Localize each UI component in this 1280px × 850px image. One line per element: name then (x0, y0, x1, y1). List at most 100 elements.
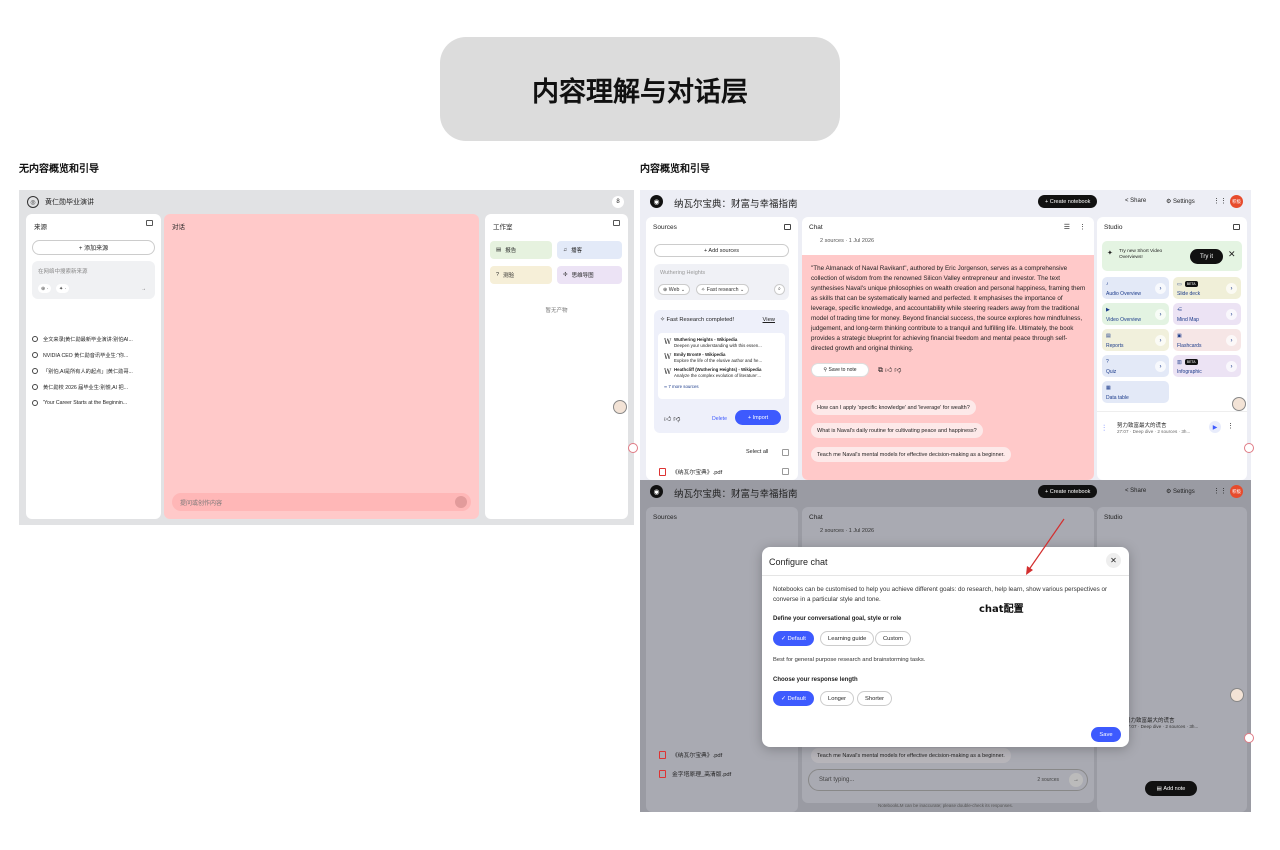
chat-config-icon[interactable]: ☰ (1064, 223, 1070, 231)
settings-button[interactable]: ⚙ Settings (1166, 488, 1195, 495)
assistant-avatar[interactable] (1232, 397, 1246, 411)
try-it-button[interactable]: Try it (1190, 249, 1223, 264)
source-file-row[interactable]: 《纳瓦尔宝典》.pdf (659, 467, 722, 476)
copy-and-feedback-icons[interactable]: ⧉ 👍︎ 👎︎ (878, 365, 901, 375)
list-item[interactable]: W Heathcliff (Wuthering Heights) - Wikipe… (664, 367, 778, 378)
apps-grid-icon[interactable]: ⋮⋮ (1213, 197, 1227, 205)
wikipedia-icon: W (664, 368, 672, 376)
quiz-button[interactable]: ? 测验 (490, 266, 552, 284)
flashcards-card[interactable]: ▣ Flashcards › (1173, 329, 1241, 351)
source-file-row[interactable]: 《纳瓦尔宝典》.pdf (659, 750, 722, 759)
list-item[interactable]: W Emily Brontë - Wikipedia Explore the lif… (664, 352, 778, 363)
web-search-box[interactable]: 在网络中搜索新来源 ⊕ · ✦ · → (32, 261, 155, 299)
reports-card[interactable]: ▤ Reports › (1102, 329, 1169, 351)
add-sources-button[interactable]: + Add sources (654, 244, 789, 257)
assistant-avatar[interactable] (613, 400, 627, 414)
research-mode-dropdown[interactable]: ✧ Fast research ⌄ (696, 284, 750, 295)
list-item[interactable]: 黄仁勋校 2026 届毕业生:别慌,AI 把... (32, 379, 157, 395)
save-button[interactable]: Save (1091, 727, 1121, 742)
goal-option-custom[interactable]: Custom (875, 631, 911, 646)
import-button[interactable]: + Import (735, 410, 781, 425)
search-icon[interactable]: ⌕ (774, 284, 785, 295)
search-input[interactable]: Wuthering Heights (660, 270, 705, 276)
source-file-row[interactable]: 金字塔原理_高清版.pdf (659, 769, 731, 778)
length-option-longer[interactable]: Longer (820, 691, 855, 706)
close-icon[interactable]: ✕ (1106, 553, 1121, 568)
mind-map-card[interactable]: ⋲ Mind Map › (1173, 303, 1241, 325)
length-option-default[interactable]: ✓ Default (773, 691, 814, 706)
web-source-dropdown[interactable]: ⊕ Web ⌄ (658, 284, 691, 295)
send-button[interactable] (455, 496, 467, 508)
more-sources-link[interactable]: ∞ 7 more sources (664, 384, 778, 390)
chat-input[interactable]: Start typing... 2 sources → (808, 769, 1088, 791)
chat-input[interactable]: 提问或创作内容 (172, 493, 471, 511)
delete-button[interactable]: Delete (712, 416, 727, 422)
more-menu-icon[interactable]: ⋮ (1079, 223, 1086, 231)
slide-deck-card[interactable]: ▭ BETA Slide deck › (1173, 277, 1241, 299)
video-overview-card[interactable]: ▶ Video Overview › (1102, 303, 1169, 325)
goal-option-default[interactable]: ✓ Default (773, 631, 814, 646)
notebook-title[interactable]: 纳瓦尔宝典：财富与幸福指南 (674, 196, 798, 210)
thumbs-feedback-icons[interactable]: 👍︎ 👎︎ (664, 414, 680, 423)
suggested-question[interactable]: Teach me Naval's mental models for effec… (811, 447, 1011, 462)
promo-card: ✦ Try new Short Video Overviews! Try it … (1102, 241, 1242, 271)
mindmap-button[interactable]: ✢ 思维导图 (557, 266, 622, 284)
assistant-avatar[interactable] (1230, 688, 1244, 702)
share-button[interactable]: < Share (1125, 198, 1146, 204)
add-source-button[interactable]: + 添加来源 (32, 240, 155, 255)
data-table-card[interactable]: ▦ Data table (1102, 381, 1169, 403)
report-button[interactable]: ▤ 报告 (490, 241, 552, 259)
web-chip[interactable]: ⊕ · (38, 284, 52, 293)
apps-grid-icon[interactable]: ⋮⋮ (1213, 487, 1227, 495)
chevron-right-icon: › (1155, 309, 1166, 320)
add-note-button[interactable]: ▤ Add note (1145, 781, 1197, 796)
search-icon (32, 352, 38, 358)
goal-option-learning-guide[interactable]: Learning guide (820, 631, 875, 646)
user-avatar[interactable]: 积极 (1230, 485, 1243, 498)
collapse-panel-icon[interactable] (784, 224, 791, 230)
create-notebook-button[interactable]: + Create notebook (1038, 195, 1098, 208)
list-item[interactable]: 'Your Career Starts at the Beginnin... (32, 395, 157, 411)
user-avatar[interactable]: 积极 (1230, 195, 1243, 208)
audio-overview-card[interactable]: ♪ Audio Overview › (1102, 277, 1169, 299)
artifact-title[interactable]: 努力致富最大的谎言 (1125, 716, 1175, 724)
web-search-box[interactable]: Wuthering Heights ⊕ Web ⌄ ✧ Fast researc… (654, 264, 789, 300)
play-button[interactable]: ▶ (1209, 421, 1221, 433)
suggested-question[interactable]: What is Naval's daily routine for cultiv… (811, 423, 983, 438)
list-item[interactable]: 「别怕,AI是所有人的起点」|黄仁勋哥... (32, 363, 157, 379)
save-to-note-button[interactable]: ⚲ Save to note (811, 363, 869, 377)
floating-pink-dot[interactable] (1244, 443, 1254, 453)
source-checkbox[interactable] (782, 468, 789, 475)
more-menu-icon[interactable]: ⋮ (1227, 422, 1234, 430)
select-all-checkbox[interactable] (782, 449, 789, 456)
view-link[interactable]: View (763, 317, 775, 323)
create-notebook-button[interactable]: + Create notebook (1038, 485, 1098, 498)
collapse-panel-icon[interactable] (146, 220, 153, 226)
suggested-question[interactable]: How can I apply 'specific knowledge' and… (811, 400, 976, 415)
share-button[interactable]: < Share (1125, 488, 1146, 494)
podcast-button[interactable]: ♫ 播客 (557, 241, 622, 259)
sources-header: 来源 (34, 224, 47, 231)
notebook-title[interactable]: 纳瓦尔宝典：财富与幸福指南 (674, 486, 798, 500)
quiz-card[interactable]: ? Quiz › (1102, 355, 1169, 377)
research-chip[interactable]: ✦ · (56, 284, 70, 293)
studio-header: 工作室 (493, 224, 513, 231)
chat-header: Chat (809, 514, 823, 521)
close-icon[interactable]: ✕ (1228, 249, 1236, 260)
collapse-panel-icon[interactable] (613, 220, 620, 226)
suggested-question[interactable]: Teach me Naval's mental models for effec… (811, 748, 1011, 763)
list-item[interactable]: W Wuthering Heights - Wikipedia Deepen you… (664, 337, 778, 348)
artifact-title[interactable]: 努力致富最大的谎言 (1117, 421, 1167, 429)
user-avatar[interactable]: 8 (612, 196, 624, 208)
send-arrow-icon: → (1069, 773, 1083, 787)
submit-arrow-icon[interactable]: → (138, 284, 149, 293)
length-option-shorter[interactable]: Shorter (857, 691, 893, 706)
list-item[interactable]: 全文来录|黄仁勋最新毕业演讲:别怕AI... (32, 331, 157, 347)
list-item[interactable]: NVIDIA CEO 黄仁勋音讯毕业生:“你... (32, 347, 157, 363)
collapse-panel-icon[interactable] (1233, 224, 1240, 230)
floating-pink-dot[interactable] (1244, 733, 1254, 743)
floating-pink-dot[interactable] (628, 443, 638, 453)
infographic-card[interactable]: ▥ BETA Infographic › (1173, 355, 1241, 377)
settings-button[interactable]: ⚙ Settings (1166, 198, 1195, 205)
select-all-label: Select all (746, 449, 769, 455)
